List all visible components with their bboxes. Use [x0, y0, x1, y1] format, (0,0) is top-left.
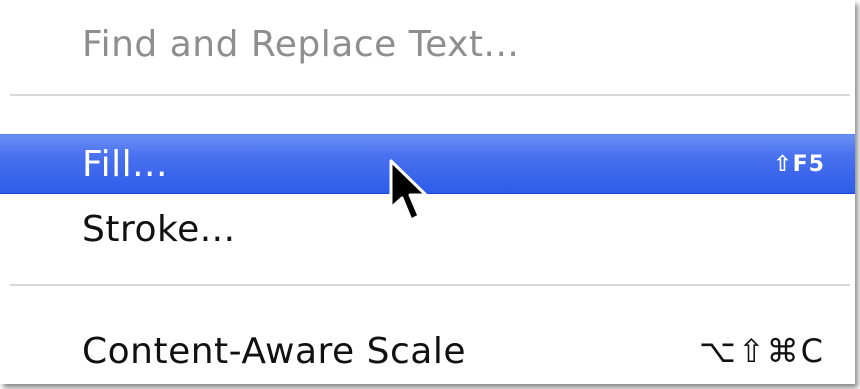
arrow-cursor-icon: [389, 159, 428, 222]
menu-item-content-aware-scale[interactable]: Content-Aware Scale ⌥⇧⌘C: [0, 318, 855, 384]
menu-item-label: Fill...: [82, 143, 168, 185]
menu-item-label: Content-Aware Scale: [82, 330, 467, 372]
context-menu: Find and Replace Text... Fill... ⇧F5 Str…: [0, 0, 855, 384]
menu-separator: [10, 94, 850, 96]
menu-item-find-and-replace-text[interactable]: Find and Replace Text...: [0, 0, 855, 88]
menu-item-label: Stroke...: [82, 208, 236, 250]
menu-item-label: Find and Replace Text...: [82, 23, 520, 65]
menu-item-shortcut: ⌥⇧⌘C: [698, 332, 825, 370]
menu-item-shortcut: ⇧F5: [773, 151, 825, 177]
menu-separator: [10, 284, 850, 286]
